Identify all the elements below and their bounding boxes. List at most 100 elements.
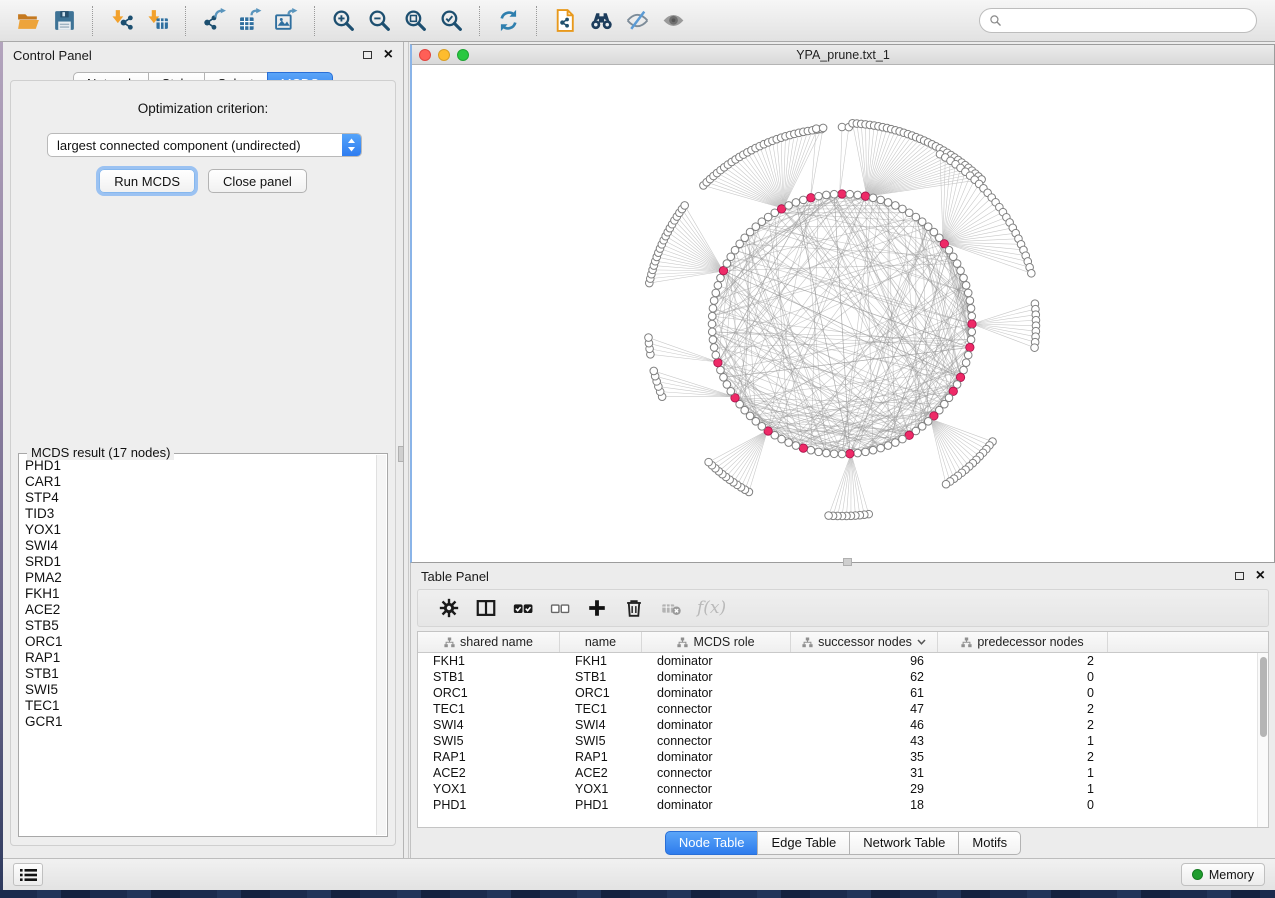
splitter-grip[interactable] xyxy=(398,446,404,462)
list-item[interactable]: STP4 xyxy=(25,490,375,506)
table-panel-header: Table Panel × xyxy=(411,563,1275,589)
list-item[interactable]: STB5 xyxy=(25,618,375,634)
run-mcds-button[interactable]: Run MCDS xyxy=(99,169,195,193)
memory-label: Memory xyxy=(1209,868,1254,882)
shared-column-icon xyxy=(677,637,688,648)
show-graphics-details-button[interactable] xyxy=(655,4,691,38)
table-row[interactable]: ORC1ORC1dominator610 xyxy=(418,685,1268,701)
table-cell: 2 xyxy=(938,701,1108,717)
import-network-button[interactable] xyxy=(103,4,139,38)
table-row[interactable]: FKH1FKH1dominator962 xyxy=(418,653,1268,669)
table-row[interactable]: PHD1PHD1dominator180 xyxy=(418,797,1268,813)
list-item[interactable]: SWI4 xyxy=(25,538,375,554)
tab-network-table[interactable]: Network Table xyxy=(849,831,959,855)
list-item[interactable]: RAP1 xyxy=(25,650,375,666)
column-header-predecessor-nodes[interactable]: predecessor nodes xyxy=(938,632,1108,652)
column-header-MCDS-role[interactable]: MCDS role xyxy=(642,632,791,652)
delete-column-button[interactable] xyxy=(623,597,645,619)
import-network-icon xyxy=(109,8,134,33)
search-input[interactable] xyxy=(1007,14,1247,28)
list-item[interactable]: YOX1 xyxy=(25,522,375,538)
export-image-button[interactable] xyxy=(268,4,304,38)
export-table-button[interactable] xyxy=(232,4,268,38)
list-item[interactable]: ACE2 xyxy=(25,602,375,618)
list-item[interactable]: PMA2 xyxy=(25,570,375,586)
column-header-name[interactable]: name xyxy=(560,632,642,652)
list-item[interactable]: STB1 xyxy=(25,666,375,682)
column-label: name xyxy=(585,635,616,649)
refresh-button[interactable] xyxy=(490,4,526,38)
table-cell: connector xyxy=(642,781,791,797)
horizontal-splitter-grip[interactable] xyxy=(843,558,852,566)
hide-graphics-details-button[interactable] xyxy=(619,4,655,38)
table-cell: dominator xyxy=(642,653,791,669)
list-item[interactable]: SWI5 xyxy=(25,682,375,698)
table-scrollbar[interactable] xyxy=(1257,653,1268,827)
add-column-button[interactable] xyxy=(586,597,608,619)
table-cell: 96 xyxy=(791,653,938,669)
share-document-button[interactable] xyxy=(547,4,583,38)
table-cell: SWI5 xyxy=(418,733,560,749)
tab-motifs[interactable]: Motifs xyxy=(958,831,1021,855)
close-panel-icon[interactable]: × xyxy=(384,50,393,60)
list-item[interactable]: PHD1 xyxy=(25,458,375,474)
fx-icon: f(x) xyxy=(697,598,726,618)
mcds-list-scrollbar[interactable] xyxy=(376,455,386,835)
table-row[interactable]: SWI4SWI4dominator462 xyxy=(418,717,1268,733)
table-row[interactable]: TEC1TEC1connector472 xyxy=(418,701,1268,717)
tab-node-table[interactable]: Node Table xyxy=(665,831,759,855)
toolbar-separator xyxy=(185,6,186,36)
optimization-select[interactable]: largest connected component (undirected) xyxy=(47,133,362,157)
network-canvas[interactable] xyxy=(412,65,1274,562)
zoom-selected-button[interactable] xyxy=(433,4,469,38)
save-session-button[interactable] xyxy=(46,4,82,38)
function-builder-button[interactable]: f(x) xyxy=(697,598,726,618)
zoom-in-icon xyxy=(331,8,356,33)
list-item[interactable]: FKH1 xyxy=(25,586,375,602)
table-row[interactable]: SWI5SWI5connector431 xyxy=(418,733,1268,749)
scrollbar-thumb[interactable] xyxy=(1260,657,1267,737)
table-row[interactable]: RAP1RAP1dominator352 xyxy=(418,749,1268,765)
table-row[interactable]: YOX1YOX1connector291 xyxy=(418,781,1268,797)
network-window-title: YPA_prune.txt_1 xyxy=(412,48,1274,62)
close-panel-icon[interactable]: × xyxy=(1256,571,1265,581)
float-panel-icon[interactable] xyxy=(363,51,372,59)
zoom-in-button[interactable] xyxy=(325,4,361,38)
settings-gear-button[interactable] xyxy=(438,597,460,619)
delete-table-button[interactable] xyxy=(660,597,682,619)
table-cell: 0 xyxy=(938,797,1108,813)
memory-button[interactable]: Memory xyxy=(1181,863,1265,886)
float-panel-icon[interactable] xyxy=(1235,572,1244,580)
table-panel: Table Panel × f(x) shared name name MCDS r… xyxy=(410,563,1275,858)
zoom-out-button[interactable] xyxy=(361,4,397,38)
list-item[interactable]: GCR1 xyxy=(25,714,375,730)
unselect-all-button[interactable] xyxy=(549,597,571,619)
table-row[interactable]: STB1STB1dominator620 xyxy=(418,669,1268,685)
table-row[interactable]: ACE2ACE2connector311 xyxy=(418,765,1268,781)
column-header-successor-nodes[interactable]: successor nodes xyxy=(791,632,938,652)
column-header-shared-name[interactable]: shared name xyxy=(418,632,560,652)
list-item[interactable]: SRD1 xyxy=(25,554,375,570)
table-cell: SWI4 xyxy=(418,717,560,733)
export-network-button[interactable] xyxy=(196,4,232,38)
table-cell: 1 xyxy=(938,733,1108,749)
zoom-fit-button[interactable] xyxy=(397,4,433,38)
import-table-icon xyxy=(145,8,170,33)
close-panel-button[interactable]: Close panel xyxy=(208,169,307,193)
table-cell: connector xyxy=(642,765,791,781)
import-table-button[interactable] xyxy=(139,4,175,38)
list-item[interactable]: ORC1 xyxy=(25,634,375,650)
open-session-button[interactable] xyxy=(10,4,46,38)
export-image-icon xyxy=(274,8,299,33)
gear-icon xyxy=(438,597,460,619)
vertical-splitter[interactable] xyxy=(403,42,409,858)
show-panels-menu-button[interactable] xyxy=(13,863,43,886)
search-network-button[interactable] xyxy=(583,4,619,38)
column-label: shared name xyxy=(460,635,533,649)
tab-edge-table[interactable]: Edge Table xyxy=(757,831,850,855)
list-item[interactable]: CAR1 xyxy=(25,474,375,490)
list-item[interactable]: TID3 xyxy=(25,506,375,522)
select-all-button[interactable] xyxy=(512,597,534,619)
column-browser-button[interactable] xyxy=(475,597,497,619)
list-item[interactable]: TEC1 xyxy=(25,698,375,714)
